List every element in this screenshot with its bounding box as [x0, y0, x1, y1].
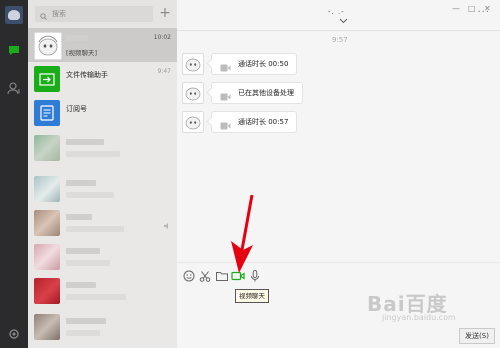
minimize-button[interactable]: —	[452, 4, 460, 14]
message-timestamp: 9:57	[332, 36, 348, 44]
chat-panel: -. .- ··· — □ ✕ 9:57 通话时长 00:50 已在其他设备处理	[177, 0, 500, 348]
add-chat-button[interactable]: +	[158, 5, 172, 21]
chevron-down-icon[interactable]	[339, 9, 348, 24]
annotation-arrow	[231, 195, 254, 273]
contact-avatar	[34, 32, 62, 60]
message-row: 通话时长 00:57	[182, 111, 500, 135]
chat-list-item[interactable]	[28, 274, 177, 308]
file-transfer-icon	[34, 66, 60, 92]
blurred-chat-preview	[66, 192, 114, 198]
contact-avatar	[34, 314, 60, 340]
chat-list-item[interactable]	[28, 172, 177, 206]
contact-avatar	[34, 176, 60, 202]
blurred-chat-preview	[66, 330, 100, 336]
chat-list-item[interactable]: 文件传输助手 9:47	[28, 62, 177, 96]
message-bubble[interactable]: 已在其他设备处理	[211, 82, 303, 104]
blurred-contact-name	[66, 180, 96, 186]
contact-avatar[interactable]	[182, 111, 204, 133]
blurred-contact-name	[66, 282, 96, 288]
chat-time: 9:47	[157, 68, 171, 75]
search-bar: 搜索 +	[28, 0, 177, 28]
message-text: 通话时长 00:50	[238, 60, 289, 68]
contacts-icon[interactable]	[7, 80, 21, 95]
video-call-icon	[220, 118, 231, 130]
message-bubble[interactable]: 通话时长 00:57	[211, 111, 298, 133]
contact-avatar	[34, 210, 60, 236]
scissors-icon[interactable]	[198, 268, 212, 282]
chat-list-panel: 搜索 + [视频聊天] 10:02 文件传输助手 9:47 订阅号	[28, 0, 177, 348]
send-button[interactable]: 发送(S)	[459, 328, 495, 344]
blurred-contact-name	[66, 318, 106, 324]
settings-icon[interactable]	[7, 326, 21, 340]
contact-avatar	[34, 244, 60, 270]
chat-list-item[interactable]	[28, 310, 177, 344]
blurred-chat-preview	[66, 260, 110, 266]
message-bubble[interactable]: 通话时长 00:50	[211, 53, 298, 75]
blurred-contact-name	[66, 35, 88, 41]
search-placeholder: 搜索	[52, 10, 66, 18]
blurred-chat-preview	[66, 151, 120, 157]
video-call-icon	[220, 89, 231, 101]
tooltip: 视频聊天	[235, 289, 269, 303]
chat-list-item[interactable]	[28, 131, 177, 165]
left-nav-rail	[0, 0, 28, 348]
contact-avatar	[34, 135, 60, 161]
blurred-contact-name	[66, 214, 92, 220]
contact-avatar[interactable]	[182, 53, 204, 75]
message-text: 通话时长 00:57	[238, 118, 289, 126]
chat-icon[interactable]	[7, 42, 21, 56]
chat-list-item[interactable]: [视频聊天] 10:02	[28, 28, 177, 62]
subscription-icon	[34, 100, 60, 126]
chat-header: -. .- ··· — □ ✕	[177, 0, 500, 31]
chat-list-item[interactable]	[28, 240, 177, 274]
search-icon	[40, 10, 47, 20]
close-button[interactable]: ✕	[484, 4, 491, 14]
chat-list-item[interactable]	[28, 206, 177, 240]
blurred-contact-name	[66, 248, 100, 254]
message-row: 通话时长 00:50	[182, 53, 500, 77]
chat-preview: [视频聊天]	[66, 49, 98, 57]
emoji-icon[interactable]	[182, 268, 196, 282]
chat-name: 文件传输助手	[66, 71, 108, 79]
watermark-url: jingyan.baidu.com	[382, 313, 456, 322]
chat-time: 10:02	[153, 34, 171, 41]
blurred-chat-preview	[66, 294, 126, 300]
message-text: 已在其他设备处理	[238, 89, 294, 97]
blurred-contact-name	[66, 139, 104, 145]
chat-list-item[interactable]: 订阅号	[28, 96, 177, 130]
mute-icon	[163, 222, 171, 232]
user-avatar[interactable]	[5, 6, 23, 24]
message-row: 已在其他设备处理	[182, 82, 500, 106]
search-input[interactable]: 搜索	[35, 6, 153, 22]
blurred-chat-preview	[66, 226, 124, 232]
contact-avatar	[34, 278, 60, 304]
maximize-button[interactable]: □	[468, 4, 476, 14]
chat-name: 订阅号	[66, 105, 87, 113]
contact-avatar[interactable]	[182, 82, 204, 104]
video-call-icon	[220, 60, 231, 72]
